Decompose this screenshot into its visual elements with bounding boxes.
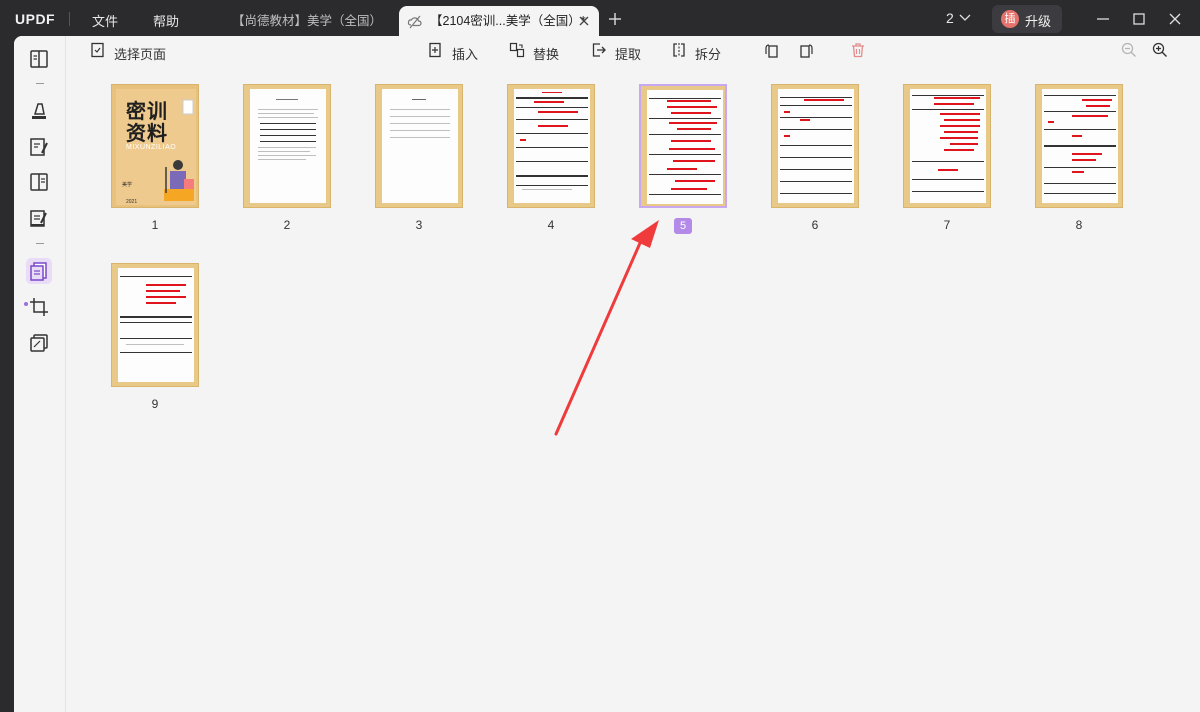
chevron-down-icon[interactable] [959, 14, 971, 22]
upgrade-button[interactable]: 插 升级 [992, 5, 1062, 33]
avatar: 插 [1001, 10, 1019, 28]
menu-file[interactable]: 文件 [92, 11, 118, 30]
window-count[interactable]: 2 [946, 10, 954, 26]
maximize-icon[interactable] [1130, 10, 1148, 28]
minimize-icon[interactable] [1094, 10, 1112, 28]
title-separator [69, 12, 70, 26]
upgrade-label: 升级 [1025, 14, 1052, 29]
tab-document-2-active[interactable]: 【2104密训...美学（全国）* [399, 6, 599, 38]
annotation-arrow [554, 220, 659, 436]
tab-label: 【尚德教材】美学（全国） [232, 14, 383, 28]
menu-help[interactable]: 帮助 [153, 11, 179, 30]
close-icon[interactable] [577, 14, 591, 28]
tab-document-1[interactable]: 【尚德教材】美学（全国） [232, 6, 392, 38]
cloud-off-icon [407, 15, 422, 29]
app-logo: UPDF [15, 11, 56, 27]
title-bar: UPDF 文件 帮助 【尚德教材】美学（全国） 【2104密训...美学（全国）… [0, 0, 1200, 38]
tab-label: 【2104密训...美学（全国）* [430, 14, 586, 28]
close-window-icon[interactable] [1166, 10, 1184, 28]
plus-icon[interactable] [606, 10, 624, 28]
main-area: 选择页面 插入 替换 提取 拆分 密训 资料 MIXUNZILIAO 美学 20… [14, 36, 1200, 712]
